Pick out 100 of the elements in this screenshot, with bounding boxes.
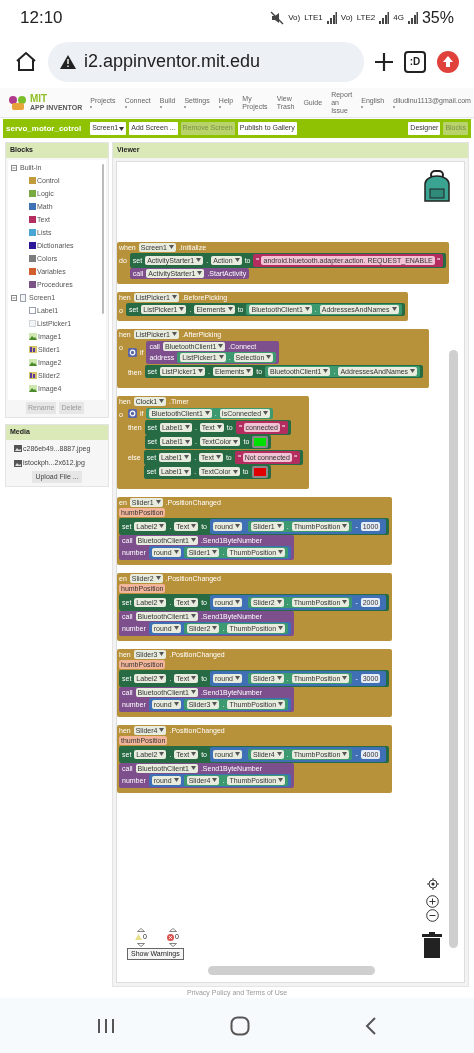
caret-icon [184,455,190,459]
quote-icon [293,455,297,459]
down-arrow-icon[interactable] [136,942,145,947]
quote-icon [436,258,440,262]
caret-icon [179,307,185,311]
list-icon [29,320,36,327]
caret-icon [342,752,348,756]
caret-icon [190,538,196,542]
quote-icon [281,425,285,429]
caret-icon [196,258,202,262]
network-label: 4G [393,13,404,22]
vertical-scrollbar[interactable] [449,349,458,948]
caret-icon [234,600,240,604]
battery-level: 35% [421,7,454,28]
up-arrow-icon[interactable] [168,928,177,932]
caret-icon [171,332,177,336]
caret-icon [173,550,179,554]
caret-icon [184,425,190,429]
caret-icon [361,106,364,108]
caret-icon [184,439,190,444]
url-text: i2.appinventor.mit.edu [84,50,261,73]
tab-count-button[interactable]: :D [404,50,426,73]
image-icon [29,359,37,366]
caret-icon [191,524,197,528]
caret-icon [212,550,218,554]
caret-icon [342,524,348,528]
caret-icon [159,399,165,403]
caret-icon [159,676,165,680]
collapse-icon[interactable] [11,164,17,171]
caret-icon [191,752,197,756]
caret-icon [159,752,165,756]
caret-icon [234,752,240,756]
home-icon[interactable] [230,1015,250,1036]
caret-icon [159,600,165,604]
horizontal-scrollbar[interactable] [208,966,375,975]
gear-icon[interactable] [127,408,137,418]
caret-icon [173,778,179,782]
signal-icon [326,11,337,24]
caret-icon [190,766,196,770]
caret-icon [276,752,282,756]
caret-icon [278,778,284,782]
caret-icon [218,355,224,359]
zoom-out-icon[interactable] [426,909,439,922]
up-arrow-icon[interactable] [136,928,145,932]
caret-icon [184,469,190,474]
logo-icon [8,94,28,111]
upload-icon[interactable] [436,49,460,74]
image-icon [14,445,22,453]
quote-icon [238,425,242,429]
collapse-icon[interactable] [11,294,17,301]
caret-icon [159,728,165,732]
caret-icon [119,126,125,131]
slider-icon [29,372,37,379]
caret-icon [204,411,210,415]
warning-icon [135,934,142,941]
locate-icon[interactable] [427,878,439,890]
caret-icon [234,676,240,680]
caret-icon [234,258,240,262]
signal-icon [379,11,390,24]
label-icon [29,307,36,314]
caret-icon [191,676,197,680]
caret-icon [159,652,165,656]
warning-icon [60,54,76,69]
down-arrow-icon[interactable] [168,942,177,947]
caret-icon [263,411,269,415]
caret-icon [276,600,282,604]
project-title: servo_motor_cotrol [6,122,82,135]
gear-icon[interactable] [127,347,137,357]
caret-icon [212,626,218,630]
caret-icon [190,614,196,618]
screen-icon [20,293,26,302]
caret-icon [276,524,282,528]
quote-icon [237,455,241,459]
caret-icon [155,500,161,504]
network-label: LTE2 [356,13,376,22]
address-bar[interactable]: i2.appinventor.mit.edu [48,41,364,82]
network-label: LTE1 [304,13,323,22]
back-icon[interactable] [364,1015,377,1036]
home-icon[interactable] [14,49,38,74]
caret-icon [184,106,187,108]
image-icon [14,459,22,467]
caret-icon [198,369,204,373]
recent-apps-icon[interactable] [97,1017,116,1034]
backpack-icon[interactable] [422,169,452,204]
scrollbar[interactable] [102,163,104,314]
caret-icon [212,702,218,706]
network-label: Vo) [340,13,353,22]
caret-icon [276,676,282,680]
plus-icon[interactable] [374,51,394,72]
image-icon [29,385,37,392]
caret-icon [266,355,272,359]
caret-icon [410,369,416,373]
caret-icon [218,344,224,348]
zoom-in-icon[interactable] [426,895,439,908]
caret-icon [304,307,310,311]
caret-icon [227,307,233,311]
trash-icon[interactable] [422,932,442,958]
image-icon [29,333,37,340]
caret-icon [159,524,165,528]
clock-time: 12:10 [20,6,63,29]
